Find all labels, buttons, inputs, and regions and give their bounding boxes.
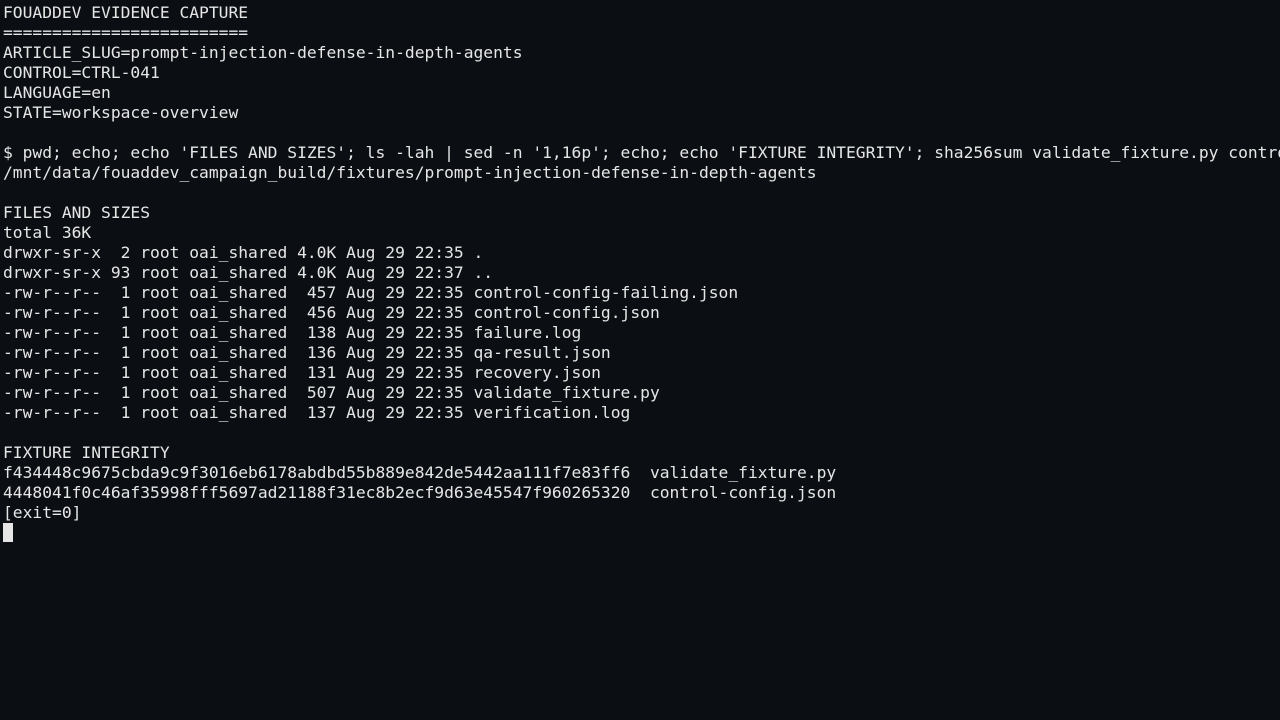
files-header: FILES AND SIZES — [3, 203, 151, 222]
prompt-line[interactable] — [3, 523, 1280, 543]
title-underline: ========================= — [3, 23, 249, 42]
terminal-window[interactable]: FOUADDEV EVIDENCE CAPTURE ==============… — [0, 0, 1280, 720]
listing-row: -rw-r--r-- 1 root oai_shared 136 Aug 29 … — [3, 343, 611, 362]
listing-row: -rw-r--r-- 1 root oai_shared 456 Aug 29 … — [3, 303, 660, 322]
integrity-header: FIXTURE INTEGRITY — [3, 443, 170, 462]
listing-row: drwxr-sr-x 93 root oai_shared 4.0K Aug 2… — [3, 263, 494, 282]
listing-row: -rw-r--r-- 1 root oai_shared 137 Aug 29 … — [3, 403, 631, 422]
listing-row: drwxr-sr-x 2 root oai_shared 4.0K Aug 29… — [3, 243, 484, 262]
listing-row: -rw-r--r-- 1 root oai_shared 138 Aug 29 … — [3, 323, 582, 342]
hash-row: 4448041f0c46af35998fff5697ad21188f31ec8b… — [3, 483, 837, 502]
listing-row: -rw-r--r-- 1 root oai_shared 507 Aug 29 … — [3, 383, 660, 402]
pwd-output: /mnt/data/fouaddev_campaign_build/fixtur… — [3, 163, 817, 182]
command-line: $ pwd; echo; echo 'FILES AND SIZES'; ls … — [3, 143, 1280, 162]
listing-row: -rw-r--r-- 1 root oai_shared 131 Aug 29 … — [3, 363, 601, 382]
cursor-block — [3, 523, 13, 542]
env-state: STATE=workspace-overview — [3, 103, 239, 122]
env-article-slug: ARTICLE_SLUG=prompt-injection-defense-in… — [3, 43, 523, 62]
exit-status: [exit=0] — [3, 503, 82, 522]
env-control: CONTROL=CTRL-041 — [3, 63, 160, 82]
hash-row: f434448c9675cbda9c9f3016eb6178abdbd55b88… — [3, 463, 837, 482]
listing-row: -rw-r--r-- 1 root oai_shared 457 Aug 29 … — [3, 283, 739, 302]
capture-title: FOUADDEV EVIDENCE CAPTURE — [3, 3, 249, 22]
env-language: LANGUAGE=en — [3, 83, 111, 102]
listing-total: total 36K — [3, 223, 92, 242]
